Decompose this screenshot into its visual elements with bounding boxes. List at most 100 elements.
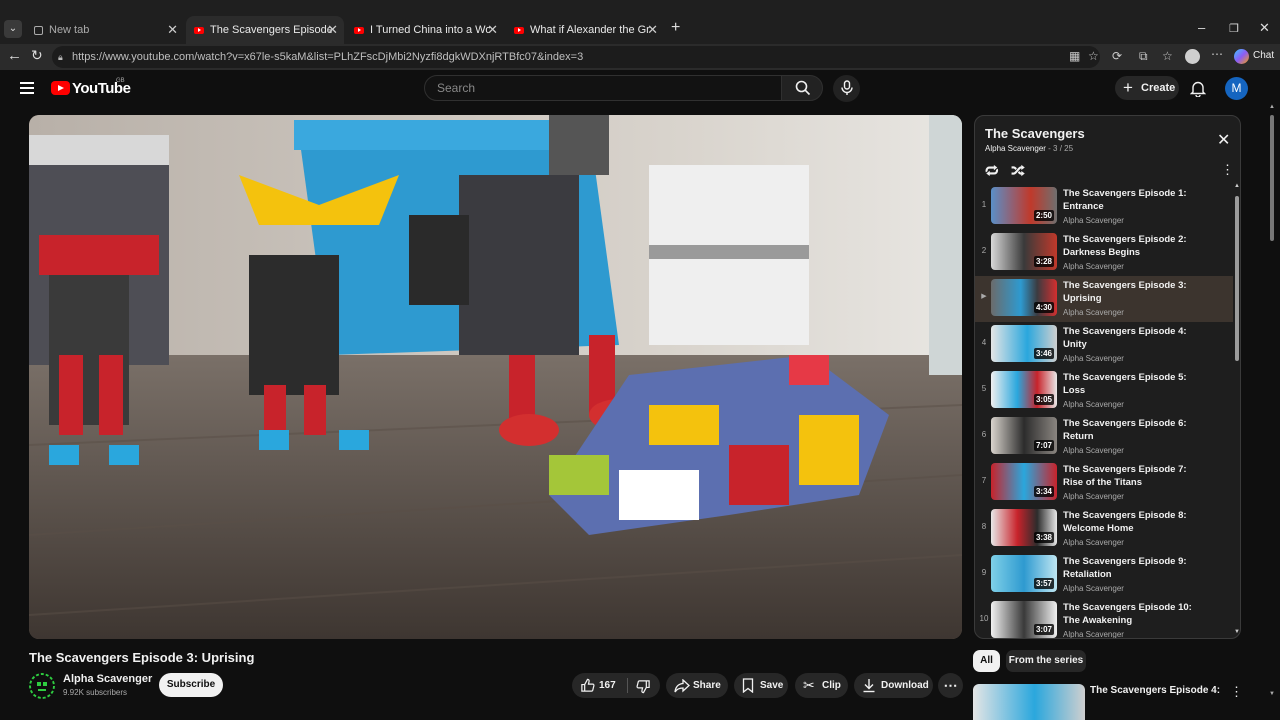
playlist-thumbnail: 3:07: [991, 601, 1057, 638]
dislike-button[interactable]: [628, 673, 660, 698]
account-avatar[interactable]: M: [1225, 77, 1248, 100]
loop-icon[interactable]: 🔁︎: [985, 160, 999, 181]
scroll-down-arrow-icon[interactable]: ▼: [1269, 691, 1275, 697]
playlist-item[interactable]: 9 3:57 The Scavengers Episode 9: Retalia…: [975, 552, 1233, 598]
playlist-title[interactable]: The Scavengers: [985, 126, 1085, 141]
profile-avatar[interactable]: [1185, 49, 1200, 64]
playlist-item-index: 9: [981, 568, 987, 577]
scroll-down-arrow-icon[interactable]: ▼: [1234, 629, 1240, 635]
extension-icon[interactable]: ⟳: [1112, 49, 1122, 63]
playlist-item[interactable]: 7 3:34 The Scavengers Episode 7: Rise of…: [975, 460, 1233, 506]
minimize-icon[interactable]: –: [1198, 20, 1205, 35]
playlist-item-channel: Alpha Scavenger: [1063, 630, 1124, 639]
tab-actions-button[interactable]: ⌄: [4, 20, 22, 38]
scroll-up-arrow-icon[interactable]: ▲: [1269, 104, 1275, 110]
tab-china-world-power[interactable]: I Turned China into a World Powe ✕: [346, 16, 504, 44]
new-tab-button[interactable]: +: [671, 19, 680, 37]
new-tab-page-icon: [34, 25, 43, 35]
tab-scavengers-episode-3[interactable]: The Scavengers Episode 3: Uprisin ✕: [186, 16, 344, 44]
chip-all[interactable]: All: [973, 650, 1000, 672]
more-actions-button[interactable]: ⋯: [938, 673, 963, 698]
search-icon: [795, 80, 811, 96]
playlist-item-channel: Alpha Scavenger: [1063, 400, 1124, 409]
refresh-icon[interactable]: ↻: [31, 47, 43, 64]
close-icon[interactable]: ✕: [327, 22, 338, 38]
copilot-icon[interactable]: [1234, 49, 1249, 64]
playlist-item[interactable]: 2 3:28 The Scavengers Episode 2: Darknes…: [975, 230, 1233, 276]
close-window-icon[interactable]: ✕: [1259, 20, 1270, 36]
playlist-item-title: The Scavengers Episode 8: Welcome Home: [1063, 510, 1187, 534]
split-screen-icon[interactable]: ⧉: [1139, 49, 1148, 64]
close-icon[interactable]: ✕: [167, 22, 178, 38]
video-duration: 3:38: [1033, 532, 1054, 543]
playlist-item-index: 1: [981, 200, 987, 209]
download-button[interactable]: Download: [854, 673, 933, 698]
playlist-item-channel: Alpha Scavenger: [1063, 446, 1124, 455]
copilot-chat-label[interactable]: Chat: [1253, 50, 1274, 61]
lock-icon: 🔒︎: [58, 52, 63, 62]
playlist-meta: Alpha Scavenger - 3 / 25: [985, 144, 1073, 153]
voice-search-button[interactable]: [833, 75, 860, 102]
playlist-item[interactable]: 4 3:46 The Scavengers Episode 4: Unity A…: [975, 322, 1233, 368]
share-button[interactable]: Share: [666, 673, 728, 698]
recommended-video-title[interactable]: The Scavengers Episode 4:: [1090, 685, 1220, 696]
like-button[interactable]: 167: [572, 673, 627, 698]
playlist-item-channel: Alpha Scavenger: [1063, 492, 1124, 501]
playlist-items: 1 2:50 The Scavengers Episode 1: Entranc…: [975, 184, 1233, 639]
url-field[interactable]: 🔒︎ https://www.youtube.com/watch?v=x67le…: [52, 46, 1100, 68]
recommended-thumbnail[interactable]: [973, 684, 1085, 720]
create-button[interactable]: + Create: [1115, 76, 1179, 100]
back-arrow-icon[interactable]: ←: [7, 47, 22, 64]
microphone-icon: [841, 80, 853, 95]
playlist-scrollbar[interactable]: [1235, 196, 1239, 361]
save-button[interactable]: Save: [734, 673, 788, 698]
browser-tab-bar: ⌄ New tab ✕ The Scavengers Episode 3: Up…: [0, 0, 1280, 44]
search-input[interactable]: Search: [424, 75, 782, 101]
playlist-thumbnail: 3:28: [991, 233, 1057, 270]
more-horizontal-icon: ⋯: [943, 677, 958, 693]
page-scrollbar[interactable]: [1270, 115, 1274, 241]
playlist-item[interactable]: 8 3:38 The Scavengers Episode 8: Welcome…: [975, 506, 1233, 552]
scroll-up-arrow-icon[interactable]: ▲: [1234, 183, 1240, 189]
playlist-item-title: The Scavengers Episode 6: Return: [1063, 418, 1187, 442]
youtube-favicon-icon: [194, 26, 204, 34]
tab-new-tab[interactable]: New tab ✕: [26, 16, 184, 44]
search-button[interactable]: [781, 75, 823, 101]
playlist-item[interactable]: 10 3:07 The Scavengers Episode 10: The A…: [975, 598, 1233, 639]
chip-from-the-series[interactable]: From the series: [1006, 650, 1086, 672]
apps-icon[interactable]: ▦: [1069, 49, 1080, 63]
tab-alexander-the-great[interactable]: What if Alexander the Great Lived ✕: [506, 16, 664, 44]
video-duration: 4:30: [1033, 302, 1054, 313]
favorite-star-icon[interactable]: ☆: [1088, 49, 1099, 63]
more-options-icon[interactable]: ⋯: [1211, 47, 1223, 61]
more-vertical-icon[interactable]: ⋮: [1221, 162, 1234, 178]
playlist-item[interactable]: 6 7:07 The Scavengers Episode 6: Return …: [975, 414, 1233, 460]
playlist-item[interactable]: 1 2:50 The Scavengers Episode 1: Entranc…: [975, 184, 1233, 230]
playlist-thumbnail: 3:38: [991, 509, 1057, 546]
more-vertical-icon[interactable]: ⋮: [1230, 684, 1243, 700]
playlist-item-index: 2: [981, 246, 987, 255]
playlist-item-title: The Scavengers Episode 1: Entrance: [1063, 188, 1187, 212]
notifications-bell-icon[interactable]: [1190, 80, 1206, 97]
close-icon[interactable]: ✕: [647, 22, 658, 38]
playlist-item[interactable]: 5 3:05 The Scavengers Episode 5: Loss Al…: [975, 368, 1233, 414]
playlist-item-current[interactable]: ▶ 4:30 The Scavengers Episode 3: Uprisin…: [975, 276, 1233, 322]
channel-avatar[interactable]: [29, 673, 55, 699]
clip-button[interactable]: ✂ Clip: [795, 673, 848, 698]
close-icon[interactable]: ✕: [487, 22, 498, 38]
playlist-item-title: The Scavengers Episode 7: Rise of the Ti…: [1063, 464, 1187, 488]
youtube-logo-icon[interactable]: [51, 81, 70, 95]
playlist-owner[interactable]: Alpha Scavenger: [985, 144, 1046, 153]
close-playlist-icon[interactable]: ✕: [1217, 130, 1230, 150]
subscribe-button[interactable]: Subscribe: [159, 673, 223, 697]
hamburger-menu-icon[interactable]: [20, 82, 34, 94]
video-duration: 3:57: [1033, 578, 1054, 589]
playlist-item-channel: Alpha Scavenger: [1063, 262, 1124, 271]
playlist-item-title: The Scavengers Episode 2: Darkness Begin…: [1063, 234, 1187, 258]
channel-name[interactable]: Alpha Scavenger: [63, 673, 152, 685]
restore-icon[interactable]: ❐: [1229, 22, 1239, 35]
shuffle-icon[interactable]: 🔀︎: [1011, 160, 1025, 181]
playlist-thumbnail: 3:05: [991, 371, 1057, 408]
playlist-item-index: 4: [981, 338, 987, 347]
video-player[interactable]: [29, 115, 962, 639]
